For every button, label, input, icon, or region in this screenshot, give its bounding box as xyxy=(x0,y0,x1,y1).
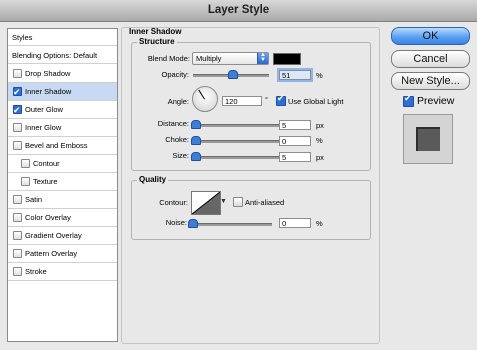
angle-label: Angle: xyxy=(167,97,189,106)
angle-dial[interactable] xyxy=(192,86,218,112)
contour-label: Contour: xyxy=(159,198,188,207)
inner-glow-checkbox[interactable] xyxy=(13,123,22,132)
style-item-outer-glow[interactable]: Outer Glow xyxy=(8,101,117,120)
distance-label: Distance: xyxy=(157,119,189,128)
angle-unit: ° xyxy=(265,95,268,104)
size-slider-knob[interactable] xyxy=(191,152,201,161)
noise-slider[interactable] xyxy=(191,223,272,226)
style-item-inner-shadow[interactable]: Inner Shadow xyxy=(8,83,117,102)
style-item-color-overlay[interactable]: Color Overlay xyxy=(8,209,117,227)
size-label: Size: xyxy=(172,151,189,160)
panel-title: Inner Shadow xyxy=(129,27,182,36)
select-arrows-icon: ▲ ▼ xyxy=(257,52,268,64)
structure-title: Structure xyxy=(137,37,177,46)
size-unit: px xyxy=(316,153,324,162)
outer-glow-checkbox[interactable] xyxy=(13,103,22,120)
style-preview-thumbnail xyxy=(403,114,453,164)
pattern-overlay-checkbox[interactable] xyxy=(13,249,22,258)
gradient-overlay-checkbox[interactable] xyxy=(13,231,22,240)
size-input[interactable]: 5 xyxy=(279,152,311,162)
distance-slider-knob[interactable] xyxy=(191,120,201,129)
inner-shadow-checkbox[interactable] xyxy=(13,85,22,102)
style-item-label: Texture xyxy=(33,177,58,186)
quality-title: Quality xyxy=(137,175,169,184)
drop-shadow-checkbox[interactable] xyxy=(13,69,22,78)
new-style-button[interactable]: New Style... xyxy=(391,72,470,90)
ok-button[interactable]: OK xyxy=(391,27,470,45)
noise-label: Noise: xyxy=(165,218,187,227)
contour-curve-icon xyxy=(192,192,220,214)
blend-mode-select[interactable]: Multiply ▲ ▼ xyxy=(192,52,269,65)
style-item-inner-glow[interactable]: Inner Glow xyxy=(8,119,117,137)
opacity-unit: % xyxy=(316,71,323,80)
style-item-pattern-overlay[interactable]: Pattern Overlay xyxy=(8,245,117,263)
angle-input[interactable]: 120 xyxy=(222,96,262,106)
style-item-label: Color Overlay xyxy=(25,213,71,222)
distance-input[interactable]: 5 xyxy=(279,120,311,130)
texture-checkbox[interactable] xyxy=(21,177,30,186)
noise-input[interactable]: 0 xyxy=(279,218,311,228)
opacity-slider-knob[interactable] xyxy=(228,70,238,79)
choke-label: Choke: xyxy=(165,135,189,144)
style-item-bevel-emboss[interactable]: Bevel and Emboss xyxy=(8,137,117,155)
blend-mode-value: Multiply xyxy=(196,54,222,63)
style-item-label: Bevel and Emboss xyxy=(25,141,88,150)
style-item-drop-shadow[interactable]: Drop Shadow xyxy=(8,65,117,83)
style-item-satin[interactable]: Satin xyxy=(8,191,117,209)
contour-checkbox[interactable] xyxy=(21,159,30,168)
color-overlay-checkbox[interactable] xyxy=(13,213,22,222)
choke-input[interactable]: 0 xyxy=(279,136,311,146)
use-global-light-checkbox[interactable] xyxy=(276,94,286,106)
shadow-color-swatch[interactable] xyxy=(273,53,301,65)
window-title: Layer Style xyxy=(0,0,477,22)
style-item-label: Inner Shadow xyxy=(25,87,72,96)
noise-unit: % xyxy=(316,219,323,228)
style-item-stroke[interactable]: Stroke xyxy=(8,263,117,281)
styles-list: Styles Blending Options: Default Drop Sh… xyxy=(7,28,118,342)
angle-dial-needle xyxy=(198,89,205,100)
contour-picker[interactable] xyxy=(191,191,221,215)
styles-header[interactable]: Styles xyxy=(8,29,117,46)
choke-unit: % xyxy=(316,136,323,145)
opacity-label: Opacity: xyxy=(161,70,189,79)
use-global-light-label: Use Global Light xyxy=(288,97,344,106)
preview-label: Preview xyxy=(417,95,455,107)
style-item-label: Gradient Overlay xyxy=(25,231,82,240)
style-item-label: Outer Glow xyxy=(25,105,63,114)
noise-slider-knob[interactable] xyxy=(188,219,198,228)
bevel-emboss-checkbox[interactable] xyxy=(13,141,22,150)
cancel-button[interactable]: Cancel xyxy=(391,50,470,68)
style-item-contour[interactable]: Contour xyxy=(8,155,117,173)
style-item-gradient-overlay[interactable]: Gradient Overlay xyxy=(8,227,117,245)
choke-slider-knob[interactable] xyxy=(191,136,201,145)
quality-group xyxy=(131,180,371,240)
contour-dropdown-arrow-icon[interactable]: ▼ xyxy=(220,196,227,208)
style-item-label: Inner Glow xyxy=(25,123,62,132)
style-item-label: Stroke xyxy=(25,267,47,276)
style-item-label: Drop Shadow xyxy=(25,69,71,78)
style-item-label: Satin xyxy=(25,195,43,204)
opacity-input[interactable]: 51 xyxy=(279,70,311,80)
anti-aliased-label: Anti-aliased xyxy=(245,198,285,207)
blend-mode-label: Blend Mode: xyxy=(147,54,190,63)
style-item-label: Pattern Overlay xyxy=(25,249,78,258)
satin-checkbox[interactable] xyxy=(13,195,22,204)
style-item-texture[interactable]: Texture xyxy=(8,173,117,191)
preview-checkbox[interactable] xyxy=(403,94,414,107)
anti-aliased-checkbox[interactable] xyxy=(233,197,243,207)
blending-options-item[interactable]: Blending Options: Default xyxy=(8,47,117,64)
stroke-checkbox[interactable] xyxy=(13,267,22,276)
style-item-label: Contour xyxy=(33,159,60,168)
preview-square xyxy=(416,127,440,151)
distance-unit: px xyxy=(316,121,324,130)
